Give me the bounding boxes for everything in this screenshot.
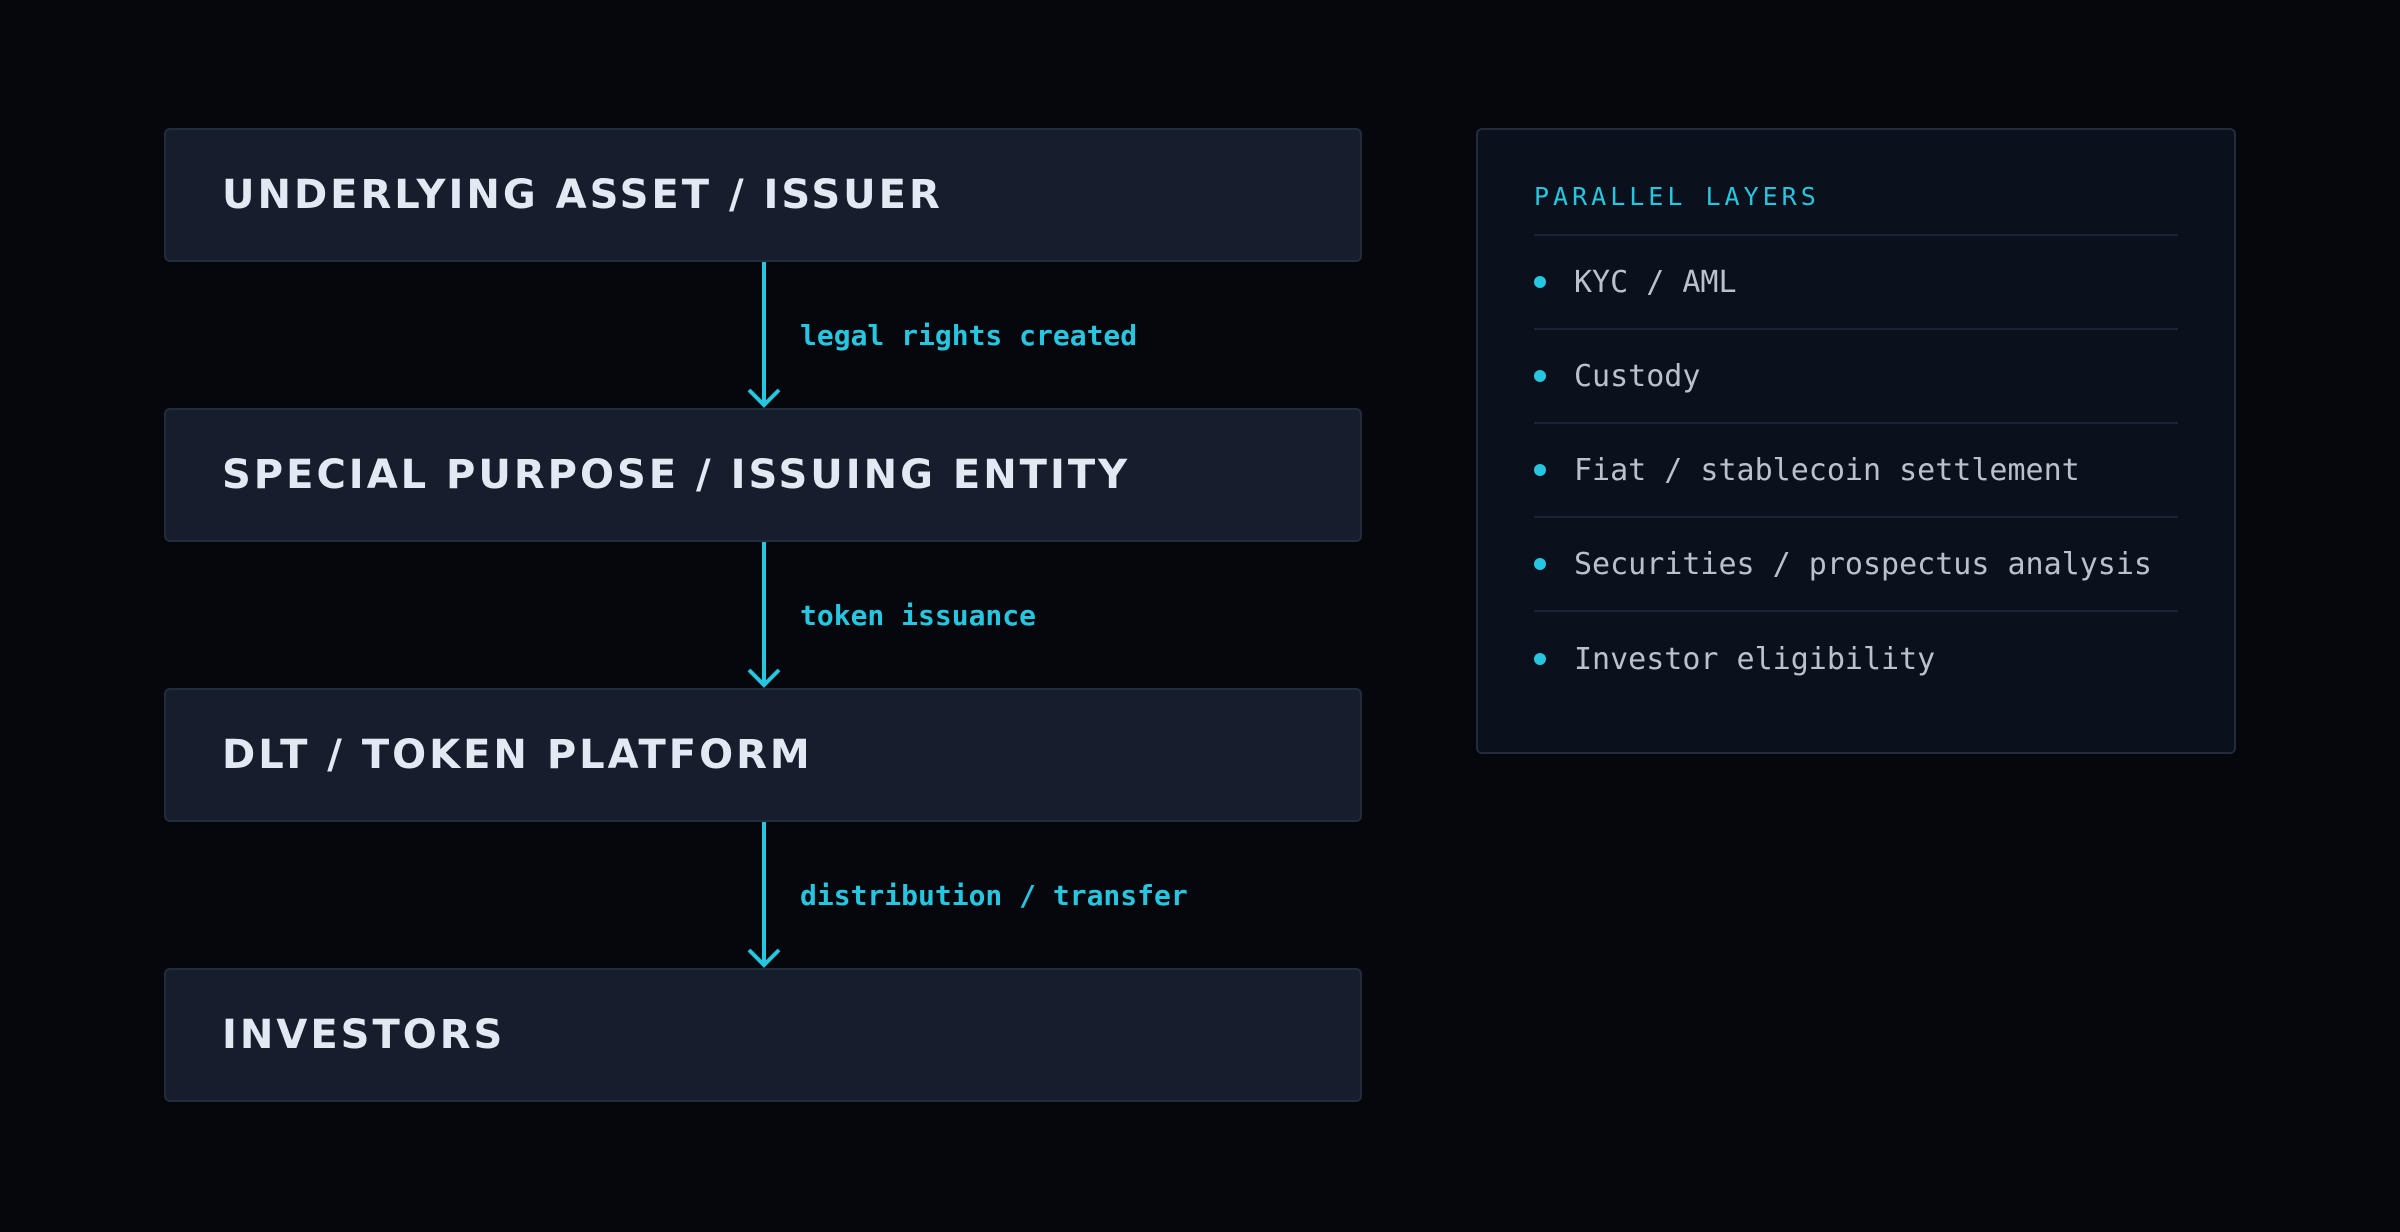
bullet-dot-icon [1534, 558, 1546, 570]
list-item: Fiat / stablecoin settlement [1534, 424, 2178, 518]
layer-label: KYC / AML [1574, 264, 1737, 300]
list-item: Investor eligibility [1534, 612, 2178, 706]
node-label: DLT / TOKEN PLATFORM [222, 732, 813, 778]
edge-label-token-issuance: token issuance [800, 599, 1037, 632]
node-label: SPECIAL PURPOSE / ISSUING ENTITY [222, 452, 1131, 498]
arrow-connector [734, 262, 794, 408]
down-arrow-icon [747, 262, 781, 408]
node-investors: INVESTORS [164, 968, 1362, 1102]
layer-list: KYC / AML Custody Fiat / stablecoin sett… [1534, 236, 2178, 706]
parallel-layers-panel: PARALLEL LAYERS KYC / AML Custody Fiat /… [1476, 128, 2236, 754]
bullet-dot-icon [1534, 370, 1546, 382]
node-underlying-asset-issuer: UNDERLYING ASSET / ISSUER [164, 128, 1362, 262]
edge-label-distribution-transfer: distribution / transfer [800, 879, 1188, 912]
bullet-dot-icon [1534, 464, 1546, 476]
down-arrow-icon [747, 542, 781, 688]
node-special-purpose-entity: SPECIAL PURPOSE / ISSUING ENTITY [164, 408, 1362, 542]
layer-label: Fiat / stablecoin settlement [1574, 452, 2080, 488]
node-label: INVESTORS [222, 1012, 506, 1058]
arrow-connector [734, 542, 794, 688]
layer-label: Custody [1574, 358, 1701, 394]
bullet-dot-icon [1534, 276, 1546, 288]
list-item: Securities / prospectus analysis [1534, 518, 2178, 612]
node-dlt-token-platform: DLT / TOKEN PLATFORM [164, 688, 1362, 822]
layer-label: Investor eligibility [1574, 641, 1936, 677]
layer-label: Securities / prospectus analysis [1574, 546, 2152, 582]
edge-label-legal-rights: legal rights created [800, 319, 1138, 352]
node-label: UNDERLYING ASSET / ISSUER [222, 172, 943, 218]
list-item: Custody [1534, 330, 2178, 424]
arrow-connector [734, 822, 794, 968]
panel-title: PARALLEL LAYERS [1534, 180, 2178, 236]
down-arrow-icon [747, 822, 781, 968]
list-item: KYC / AML [1534, 236, 2178, 330]
bullet-dot-icon [1534, 653, 1546, 665]
